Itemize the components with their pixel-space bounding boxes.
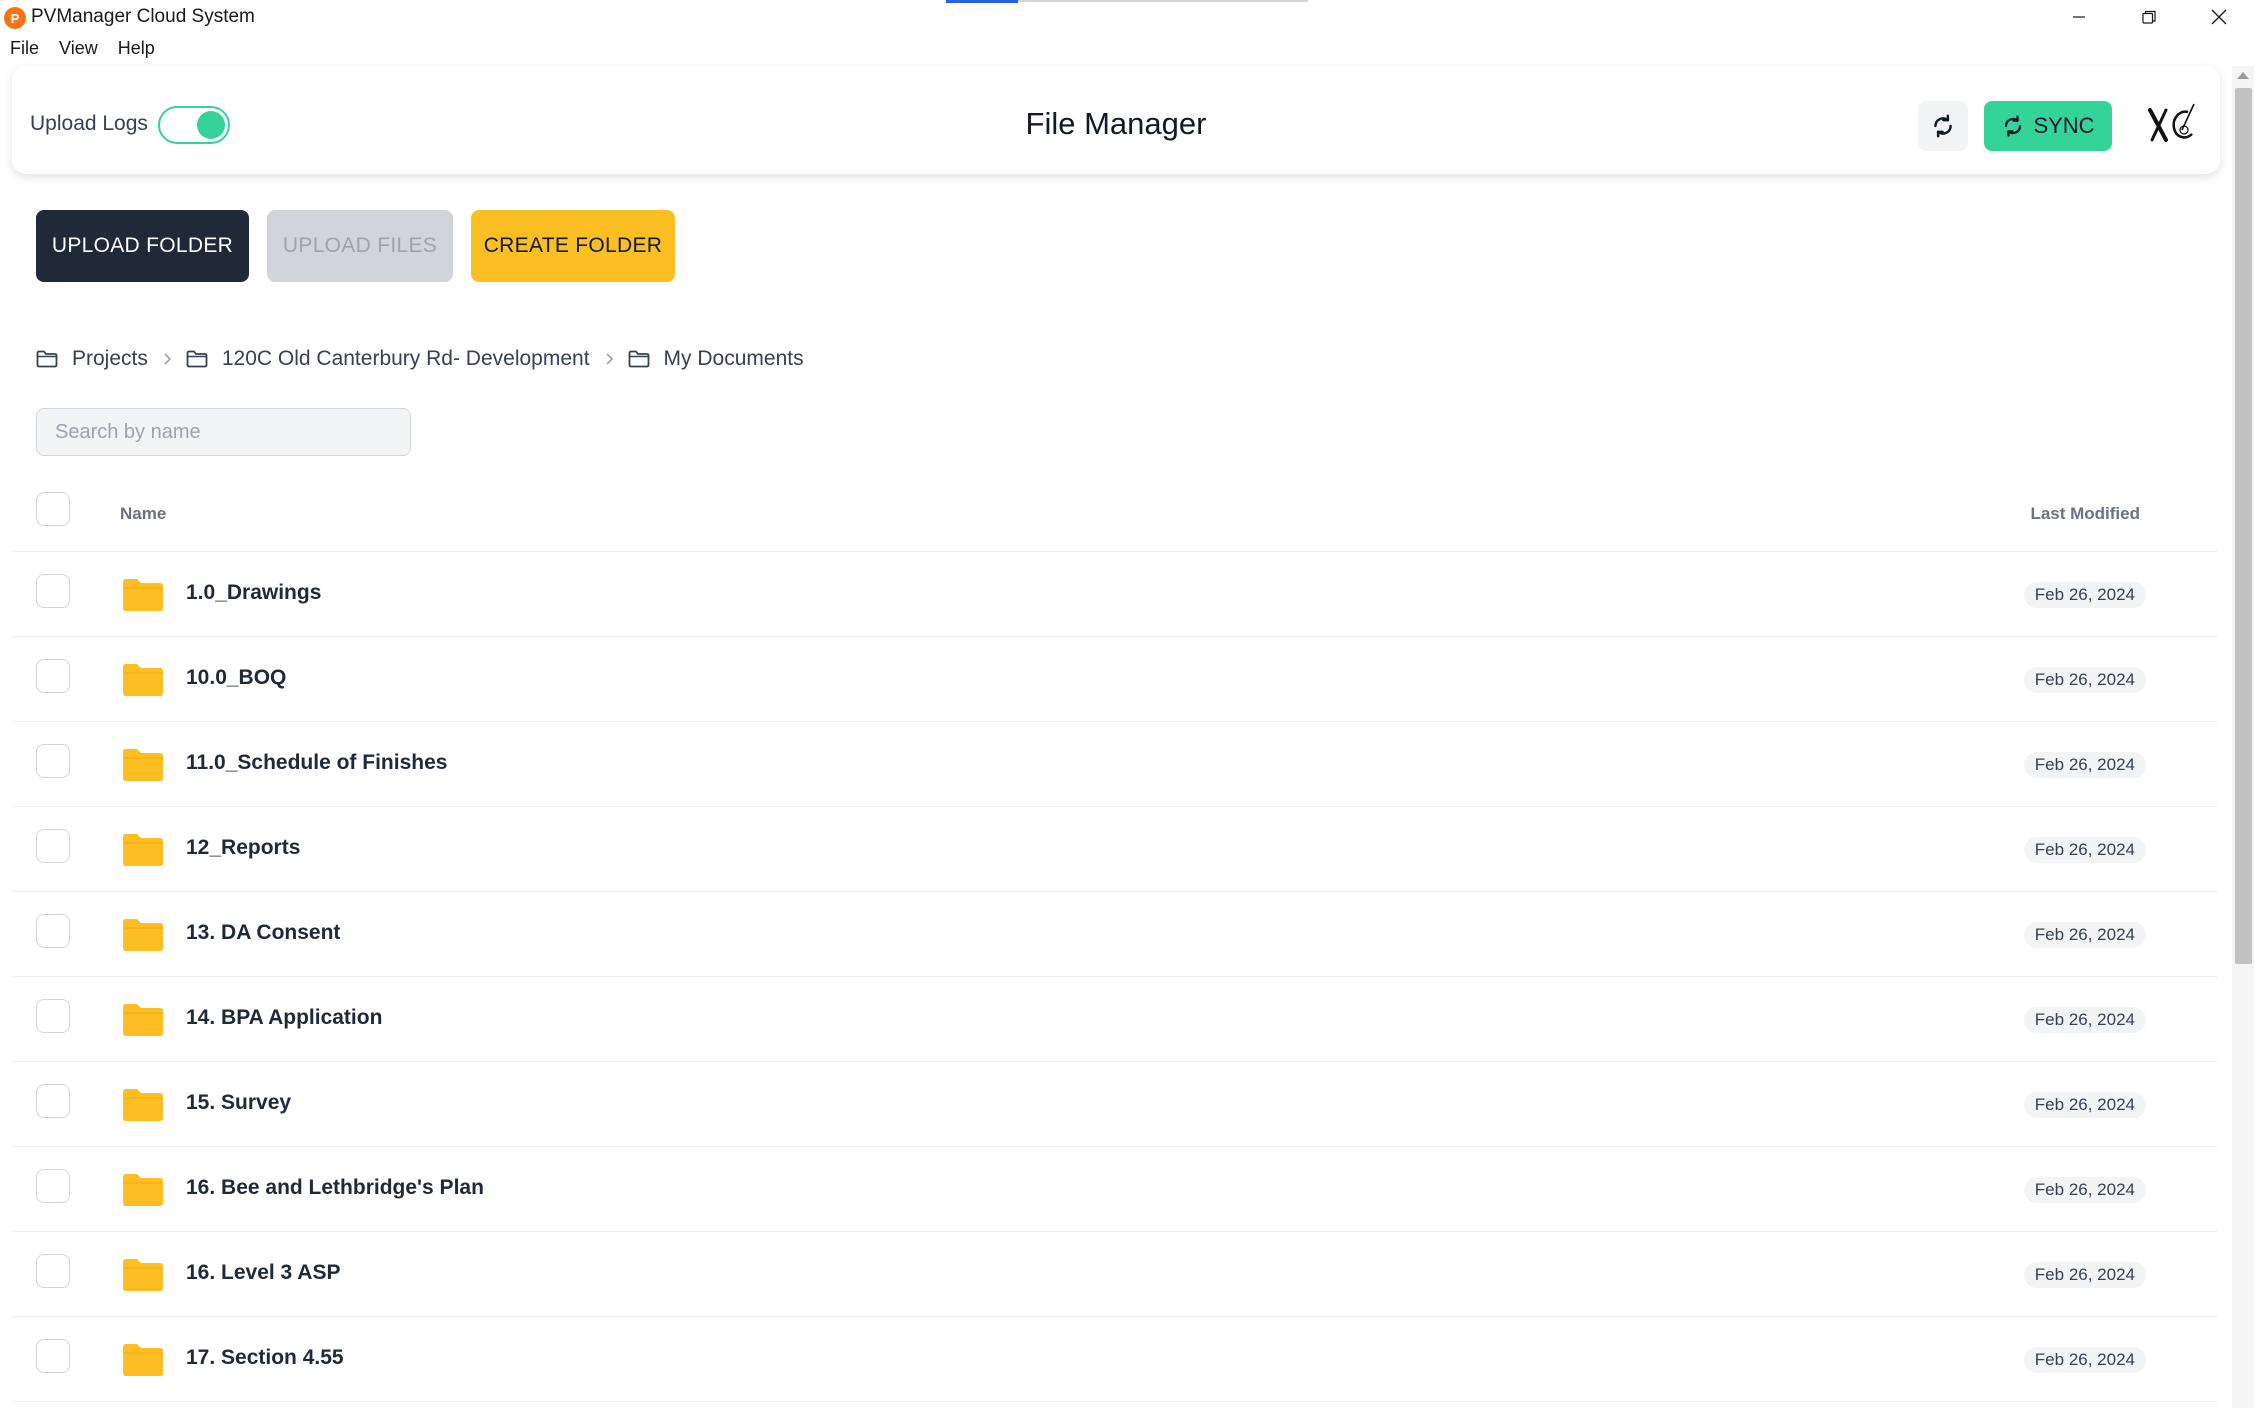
row-checkbox[interactable] bbox=[36, 1254, 70, 1288]
row-checkbox[interactable] bbox=[36, 1169, 70, 1203]
restore-icon bbox=[2142, 10, 2156, 24]
table-row[interactable]: 14. BPA Application Feb 26, 2024 bbox=[12, 977, 2218, 1062]
folder-icon bbox=[122, 1173, 164, 1207]
table-row[interactable]: 11.0_Schedule of Finishes Feb 26, 2024 bbox=[12, 722, 2218, 807]
folder-icon bbox=[122, 918, 164, 952]
chevron-right-icon bbox=[162, 352, 172, 366]
last-modified-badge: Feb 26, 2024 bbox=[2023, 1177, 2146, 1203]
last-modified-badge: Feb 26, 2024 bbox=[2023, 837, 2146, 863]
breadcrumb-item-my-documents[interactable]: My Documents bbox=[628, 347, 804, 371]
sync-button[interactable]: SYNC bbox=[1984, 101, 2112, 151]
breadcrumb-item-projects[interactable]: Projects bbox=[36, 347, 148, 371]
breadcrumb: Projects 120C Old Canterbury Rd- Develop… bbox=[36, 344, 804, 374]
title-bar: P PVManager Cloud System bbox=[0, 0, 2256, 34]
menu-bar: File View Help bbox=[0, 34, 165, 64]
minimize-button[interactable] bbox=[2044, 0, 2114, 34]
breadcrumb-label: My Documents bbox=[663, 347, 804, 370]
breadcrumb-label: Projects bbox=[72, 347, 148, 370]
minimize-icon bbox=[2073, 16, 2085, 18]
table-row[interactable]: 13. DA Consent Feb 26, 2024 bbox=[12, 892, 2218, 977]
page-title: File Manager bbox=[1025, 106, 1207, 141]
table-header: Name Last Modified bbox=[12, 484, 2218, 552]
last-modified-badge: Feb 26, 2024 bbox=[2023, 1007, 2146, 1033]
folder-name[interactable]: 11.0_Schedule of Finishes bbox=[186, 751, 447, 775]
folder-name[interactable]: 16. Bee and Lethbridge's Plan bbox=[186, 1176, 484, 1200]
folder-name[interactable]: 17. Section 4.55 bbox=[186, 1346, 344, 1370]
scrollbar[interactable] bbox=[2232, 66, 2254, 1408]
row-checkbox[interactable] bbox=[36, 659, 70, 693]
table-row[interactable]: 1.0_Drawings Feb 26, 2024 bbox=[12, 552, 2218, 637]
last-modified-badge: Feb 26, 2024 bbox=[2023, 1347, 2146, 1373]
menu-help[interactable]: Help bbox=[108, 34, 165, 64]
column-header-last-modified[interactable]: Last Modified bbox=[2030, 504, 2140, 524]
row-checkbox[interactable] bbox=[36, 1084, 70, 1118]
folder-icon bbox=[122, 1343, 164, 1377]
folder-icon bbox=[122, 1088, 164, 1122]
sync-label: SYNC bbox=[2033, 113, 2095, 138]
sync-icon bbox=[2005, 115, 2022, 137]
folder-outline-icon bbox=[186, 350, 208, 368]
last-modified-badge: Feb 26, 2024 bbox=[2023, 922, 2146, 948]
file-table: Name Last Modified 1.0_Drawings Feb 26, 2… bbox=[12, 484, 2218, 1402]
scroll-up-arrow-icon[interactable] bbox=[2237, 72, 2249, 79]
brand-logo-graphic bbox=[2148, 103, 2195, 142]
folder-outline-icon bbox=[36, 350, 58, 368]
restore-button[interactable] bbox=[2114, 0, 2184, 34]
loading-progress-fill bbox=[946, 0, 1019, 3]
row-checkbox[interactable] bbox=[36, 914, 70, 948]
last-modified-badge: Feb 26, 2024 bbox=[2023, 667, 2146, 693]
row-checkbox[interactable] bbox=[36, 1339, 70, 1373]
table-row[interactable]: 16. Level 3 ASP Feb 26, 2024 bbox=[12, 1232, 2218, 1317]
folder-icon bbox=[122, 1003, 164, 1037]
brand-logo-icon[interactable] bbox=[2144, 100, 2200, 150]
table-row[interactable]: 17. Section 4.55 Feb 26, 2024 bbox=[12, 1317, 2218, 1402]
loading-progress-bar bbox=[946, 0, 1308, 3]
last-modified-badge: Feb 26, 2024 bbox=[2023, 582, 2146, 608]
table-row[interactable]: 12_Reports Feb 26, 2024 bbox=[12, 807, 2218, 892]
row-checkbox[interactable] bbox=[36, 829, 70, 863]
folder-icon bbox=[122, 748, 164, 782]
folder-outline-icon bbox=[628, 350, 649, 368]
close-button[interactable] bbox=[2184, 0, 2254, 34]
breadcrumb-item-development[interactable]: 120C Old Canterbury Rd- Development bbox=[186, 347, 590, 371]
row-checkbox[interactable] bbox=[36, 574, 70, 608]
row-checkbox[interactable] bbox=[36, 744, 70, 778]
refresh-icon bbox=[1934, 114, 1952, 138]
table-row[interactable]: 16. Bee and Lethbridge's Plan Feb 26, 202… bbox=[12, 1147, 2218, 1232]
folder-name[interactable]: 15. Survey bbox=[186, 1091, 291, 1115]
breadcrumb-label: 120C Old Canterbury Rd- Development bbox=[221, 347, 590, 370]
refresh-button[interactable] bbox=[1918, 101, 1968, 151]
menu-view[interactable]: View bbox=[49, 34, 108, 64]
last-modified-badge: Feb 26, 2024 bbox=[2023, 1262, 2146, 1288]
folder-name[interactable]: 1.0_Drawings bbox=[186, 581, 321, 605]
window-title: PVManager Cloud System bbox=[31, 6, 255, 27]
table-row[interactable]: 15. Survey Feb 26, 2024 bbox=[12, 1062, 2218, 1147]
table-row[interactable]: 10.0_BOQ Feb 26, 2024 bbox=[12, 637, 2218, 722]
folder-icon bbox=[122, 833, 164, 867]
upload-files-button[interactable]: UPLOAD FILES bbox=[267, 210, 453, 282]
folder-name[interactable]: 16. Level 3 ASP bbox=[186, 1261, 340, 1285]
close-icon bbox=[2211, 9, 2227, 25]
upload-folder-button[interactable]: UPLOAD FOLDER bbox=[36, 210, 249, 282]
last-modified-badge: Feb 26, 2024 bbox=[2023, 1092, 2146, 1118]
header-card: Upload Logs File Manager SYNC bbox=[12, 66, 2220, 174]
folder-name[interactable]: 12_Reports bbox=[186, 836, 300, 860]
chevron-right-icon bbox=[604, 352, 614, 366]
row-checkbox[interactable] bbox=[36, 999, 70, 1033]
folder-icon bbox=[122, 1258, 164, 1292]
table-body: 1.0_Drawings Feb 26, 2024 10.0_BOQ Feb 26, … bbox=[12, 552, 2218, 1402]
folder-name[interactable]: 14. BPA Application bbox=[186, 1006, 382, 1030]
column-header-name[interactable]: Name bbox=[120, 504, 166, 524]
folder-icon bbox=[122, 663, 164, 697]
folder-icon bbox=[122, 578, 164, 612]
search-input[interactable] bbox=[36, 408, 411, 456]
create-folder-button[interactable]: CREATE FOLDER bbox=[471, 210, 675, 282]
last-modified-badge: Feb 26, 2024 bbox=[2023, 752, 2146, 778]
folder-name[interactable]: 10.0_BOQ bbox=[186, 666, 286, 690]
select-all-checkbox[interactable] bbox=[36, 492, 70, 526]
scrollbar-thumb[interactable] bbox=[2235, 88, 2252, 964]
app-logo-icon: P bbox=[4, 7, 26, 29]
menu-file[interactable]: File bbox=[0, 34, 49, 64]
folder-name[interactable]: 13. DA Consent bbox=[186, 921, 340, 945]
